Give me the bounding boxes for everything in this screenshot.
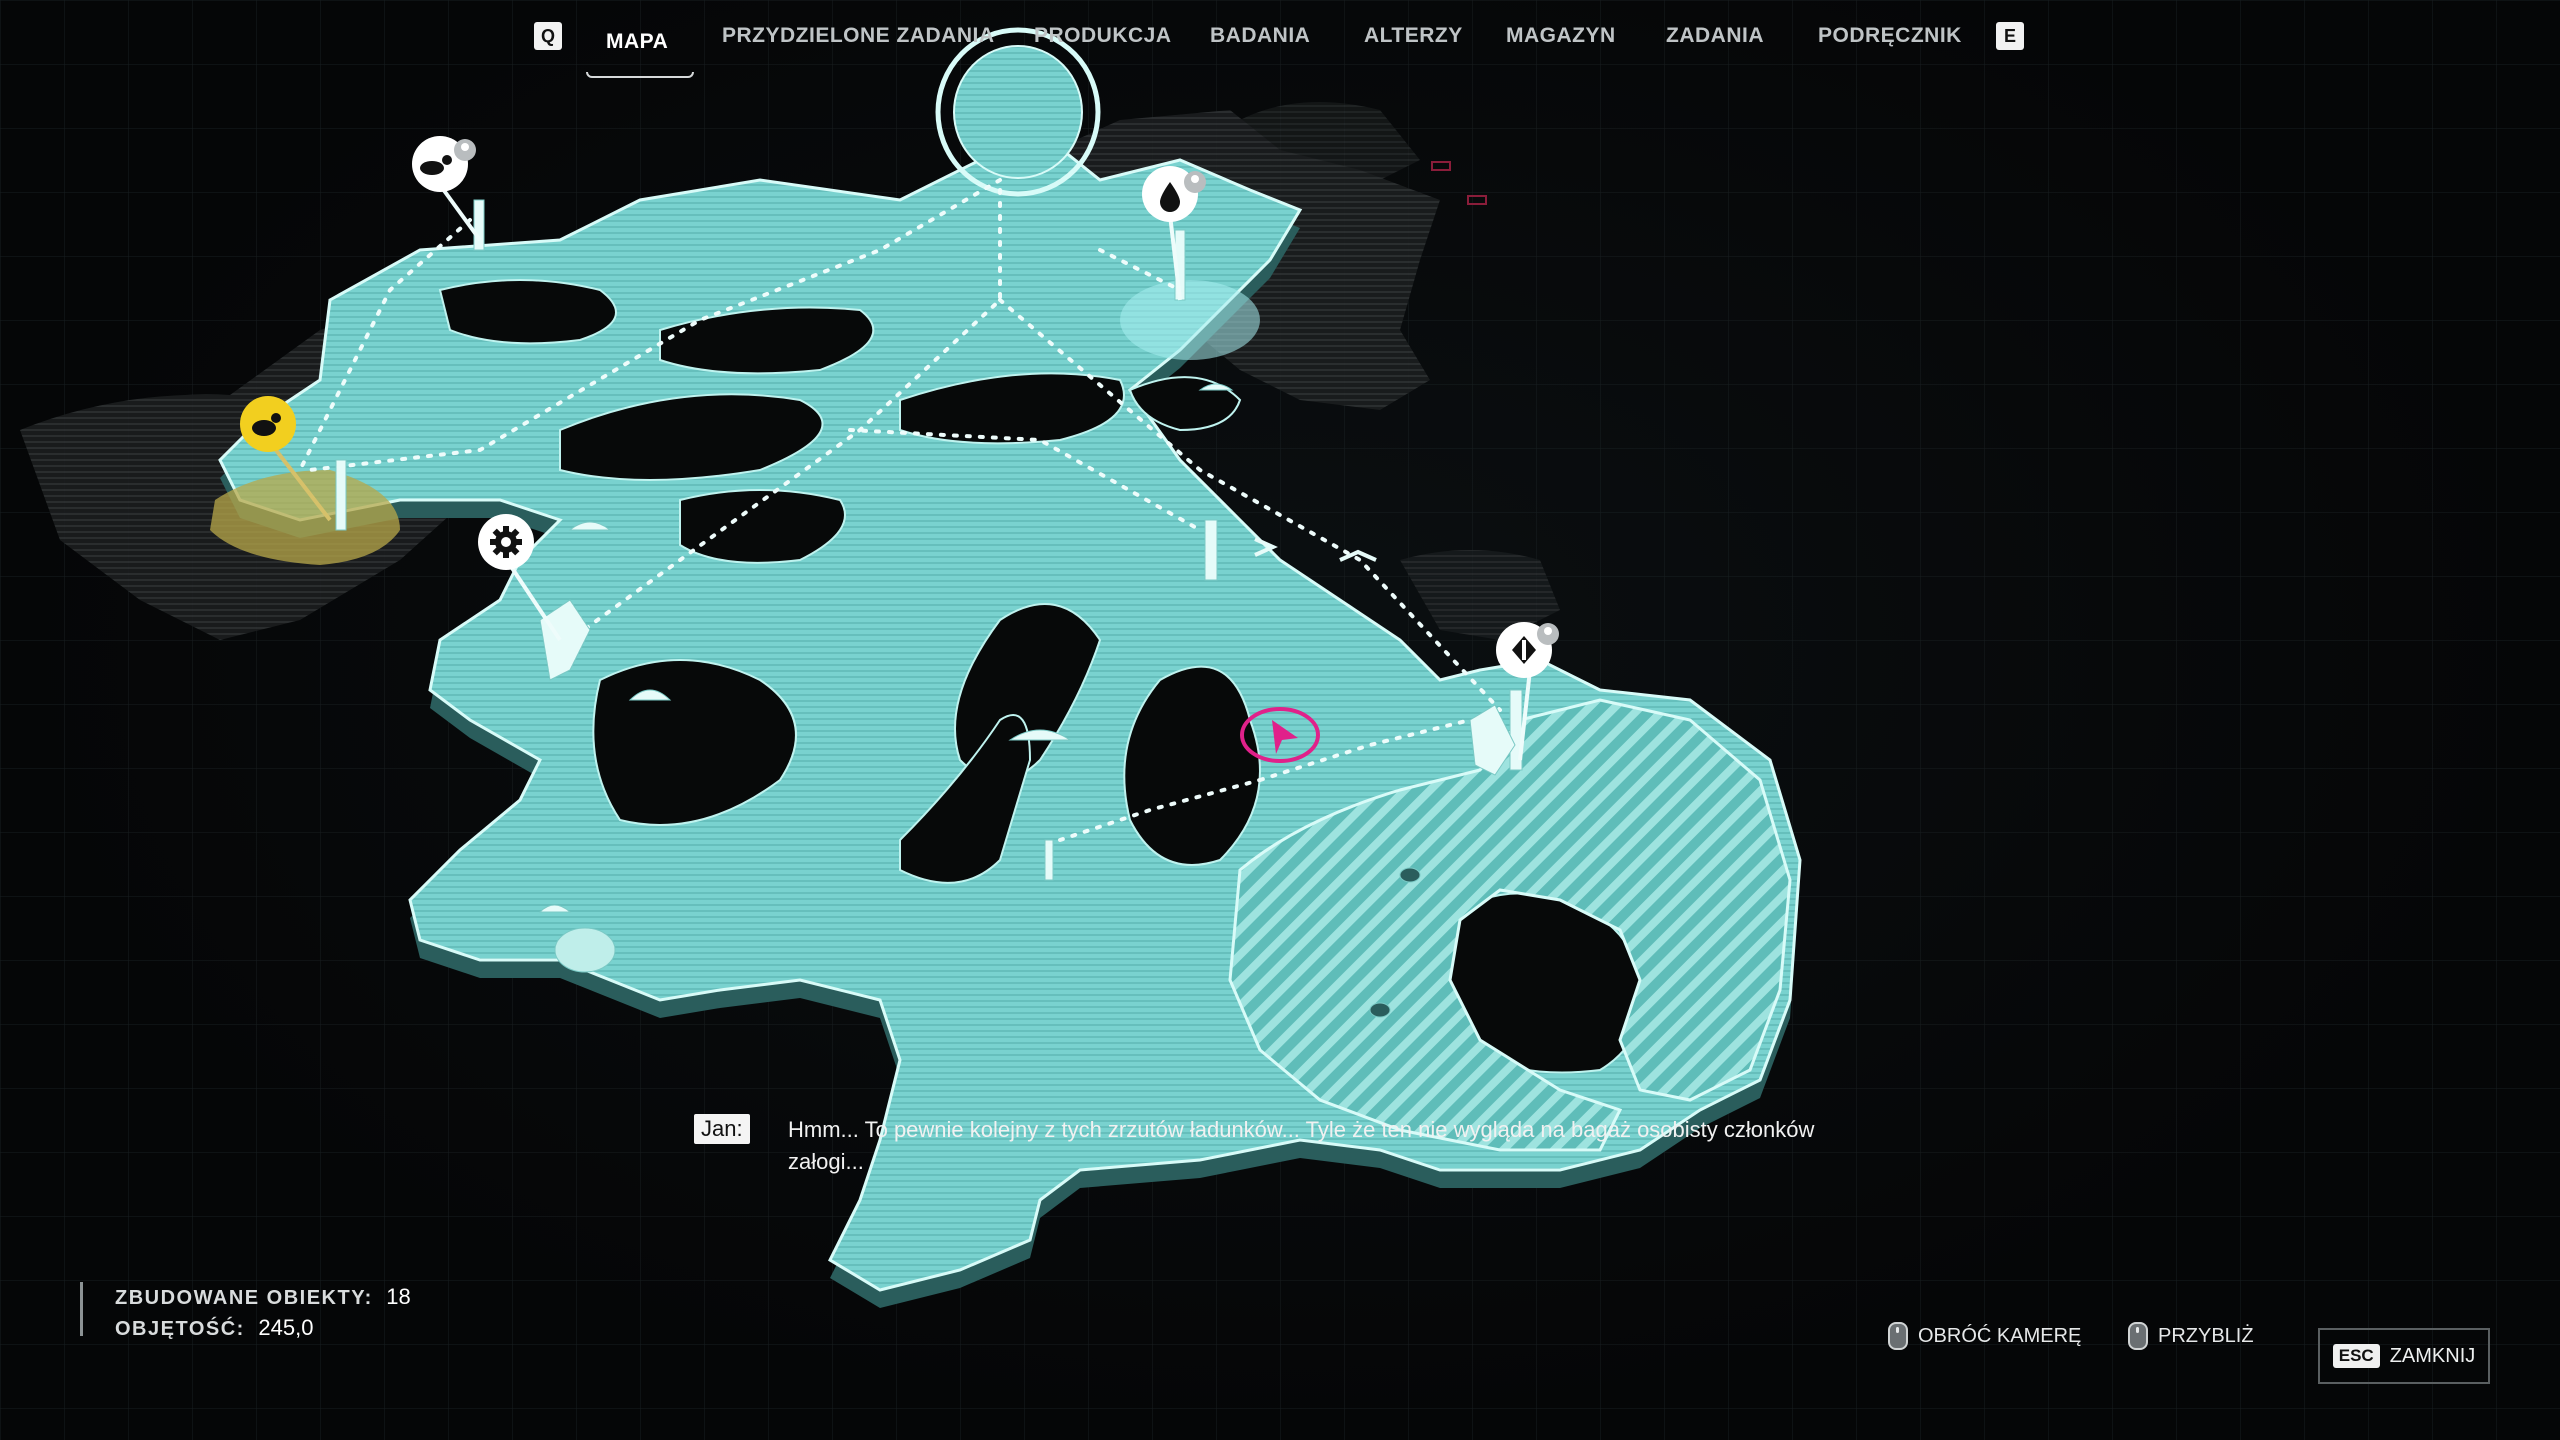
tab-podrecznik[interactable]: PODRĘCZNIK <box>1818 24 1962 48</box>
next-tab-key[interactable]: E <box>1996 22 2024 50</box>
prev-tab-key[interactable]: Q <box>534 22 562 50</box>
rotate-camera-hint[interactable]: OBRÓĆ KAMERĘ <box>1888 1322 2081 1350</box>
speaker-name: Jan: <box>694 1114 750 1144</box>
colony-map[interactable] <box>0 0 2560 1440</box>
rotate-camera-label: OBRÓĆ KAMERĘ <box>1918 1324 2082 1347</box>
subtitle-text: Hmm... To pewnie kolejny z tych zrzutów … <box>788 1117 1815 1174</box>
close-button[interactable]: ESC ZAMKNIJ <box>2318 1328 2490 1384</box>
top-navigation: Q MAPA PRZYDZIELONE ZADANIA PRODUKCJA BA… <box>0 0 2560 78</box>
food-icon <box>252 420 276 436</box>
mouse-scroll-icon <box>2128 1322 2148 1350</box>
esc-key: ESC <box>2332 1344 2380 1368</box>
volume-value: 245,0 <box>258 1315 314 1340</box>
close-label: ZAMKNIJ <box>2389 1344 2476 1367</box>
tab-magazyn[interactable]: MAGAZYN <box>1506 24 1616 48</box>
transport-icon <box>420 161 444 175</box>
gear-icon <box>490 526 522 558</box>
tab-badania[interactable]: BADANIA <box>1210 24 1310 48</box>
active-tab-indicator <box>586 72 694 78</box>
volume-row: OBJĘTOŚĆ: 245,0 <box>115 1313 411 1344</box>
tab-alterzy[interactable]: ALTERZY <box>1364 24 1463 48</box>
tab-mapa[interactable]: MAPA <box>606 30 668 54</box>
built-objects-label: ZBUDOWANE OBIEKTY: <box>115 1287 373 1309</box>
map-screen: Q MAPA PRZYDZIELONE ZADANIA PRODUKCJA BA… <box>0 0 2560 1440</box>
mouse-icon <box>1888 1322 1908 1350</box>
zoom-label: PRZYBLIŻ <box>2158 1324 2254 1347</box>
built-objects-value: 18 <box>386 1284 411 1309</box>
volume-label: OBJĘTOŚĆ: <box>115 1318 245 1340</box>
tab-produkcja[interactable]: PRODUKCJA <box>1034 24 1172 48</box>
zoom-hint[interactable]: PRZYBLIŻ <box>2128 1322 2254 1350</box>
colony-stats: ZBUDOWANE OBIEKTY: 18 OBJĘTOŚĆ: 245,0 <box>80 1282 411 1340</box>
tab-zadania[interactable]: ZADANIA <box>1666 24 1764 48</box>
built-objects-row: ZBUDOWANE OBIEKTY: 18 <box>115 1282 411 1313</box>
tab-przydzielone-zadania[interactable]: PRZYDZIELONE ZADANIA <box>722 24 995 48</box>
